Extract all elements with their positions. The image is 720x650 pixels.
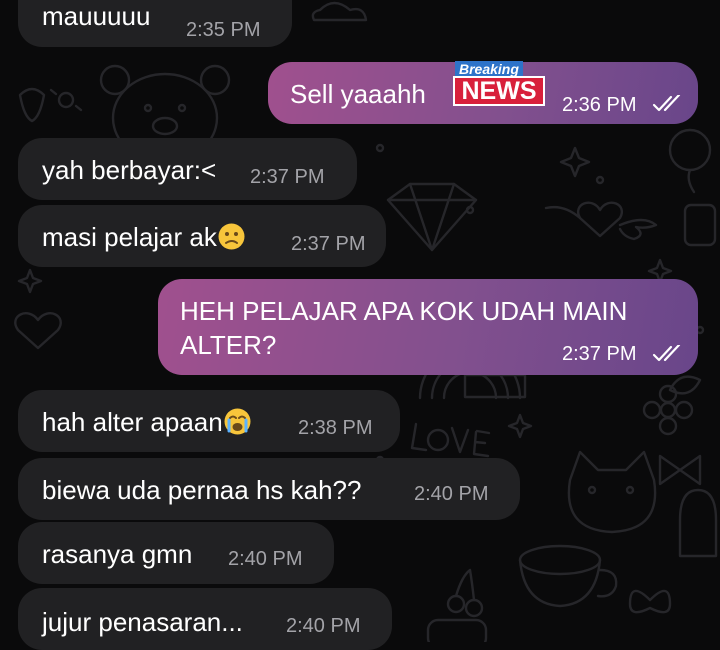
message-bubble-incoming[interactable]: hah alter apaan 2:38 PM — [18, 390, 400, 452]
message-text: yah berbayar:< — [42, 155, 217, 185]
message-timestamp: 2:37 PM — [250, 166, 325, 188]
message-text-wrapper: masi pelajar ak — [42, 219, 245, 255]
message-bubble-incoming[interactable]: jujur penasaran... 2:40 PM — [18, 588, 392, 650]
message-text: jujur penasaran... — [42, 607, 243, 637]
message-text: Sell yaaahh — [290, 79, 426, 109]
confused-face-icon — [218, 223, 245, 250]
sticker-main-label: NEWS — [453, 76, 545, 106]
message-text: masi pelajar ak — [42, 222, 217, 252]
message-timestamp: 2:37 PM — [562, 343, 637, 365]
message-bubble-outgoing[interactable]: HEH PELAJAR APA KOK UDAH MAIN ALTER? 2:3… — [158, 279, 698, 375]
double-check-icon — [652, 345, 681, 362]
message-timestamp: 2:37 PM — [291, 233, 366, 255]
message-bubble-incoming[interactable]: mauuuuu 2:35 PM — [18, 0, 292, 47]
message-timestamp: 2:40 PM — [286, 615, 361, 637]
message-timestamp: 2:40 PM — [414, 483, 489, 505]
message-bubble-outgoing[interactable]: Sell yaaahh Breaking NEWS 2:36 PM — [268, 61, 698, 124]
message-text-wrapper: hah alter apaan — [42, 404, 251, 440]
message-text: rasanya gmn — [42, 539, 193, 569]
message-text: biewa uda pernaa hs kah?? — [42, 475, 362, 505]
message-timestamp: 2:35 PM — [186, 19, 261, 41]
message-timestamp: 2:36 PM — [562, 94, 637, 116]
message-text-line-1: HEH PELAJAR APA KOK UDAH MAIN — [180, 296, 628, 326]
breaking-news-sticker: Breaking NEWS — [453, 61, 545, 109]
message-bubble-incoming[interactable]: masi pelajar ak 2:37 PM — [18, 205, 386, 267]
message-text: hah alter apaan — [42, 407, 223, 437]
message-text-line-2: ALTER? — [180, 330, 277, 360]
message-bubble-incoming[interactable]: rasanya gmn 2:40 PM — [18, 522, 334, 584]
message-timestamp: 2:38 PM — [298, 417, 373, 439]
loudly-crying-face-icon — [224, 408, 251, 435]
message-bubble-incoming[interactable]: yah berbayar:< 2:37 PM — [18, 138, 357, 200]
message-bubble-incoming[interactable]: biewa uda pernaa hs kah?? 2:40 PM — [18, 458, 520, 520]
message-text: mauuuuu — [42, 1, 151, 31]
double-check-icon — [652, 95, 681, 112]
sticker-top-label: Breaking — [455, 61, 523, 77]
message-timestamp: 2:40 PM — [228, 548, 303, 570]
